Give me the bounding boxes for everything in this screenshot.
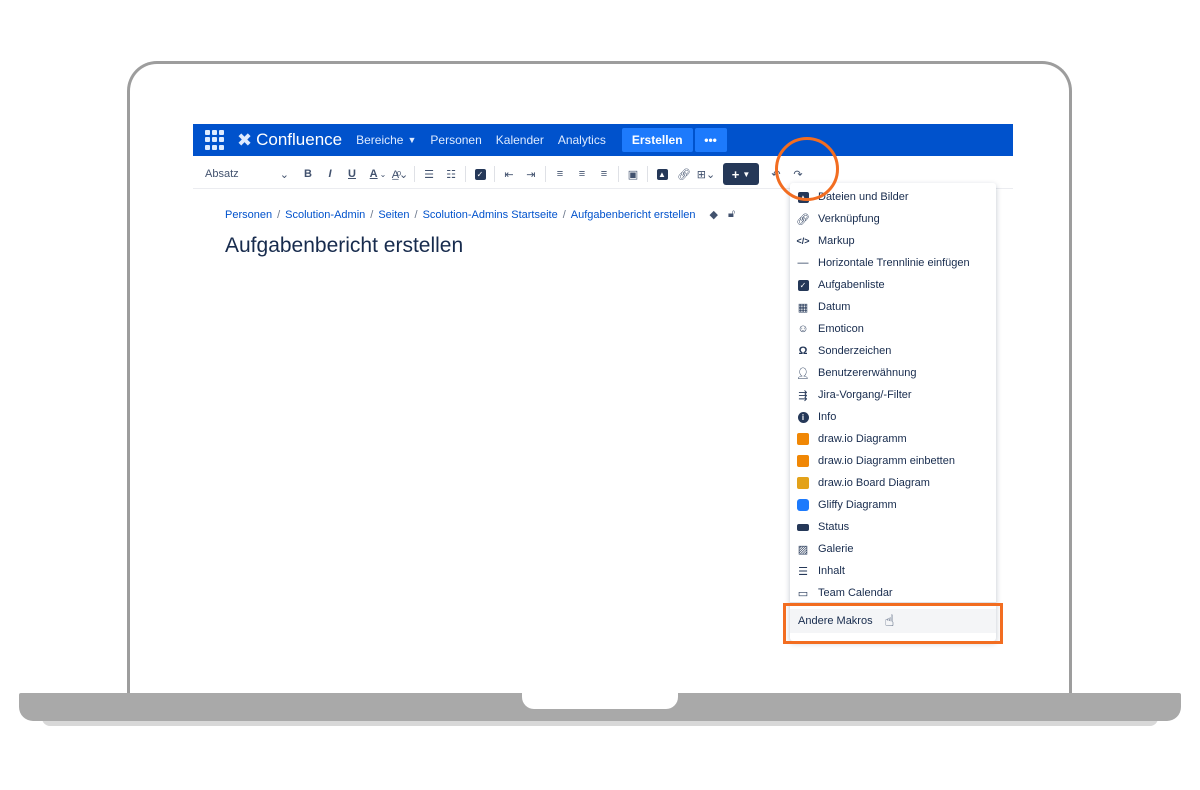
toolbar-divider <box>618 166 619 182</box>
italic-button[interactable]: I <box>319 163 341 185</box>
breadcrumb: Personen / Scolution-Admin / Seiten / Scolu… <box>225 208 736 221</box>
link-icon: 🔗︎ <box>796 213 810 226</box>
menu-item-drawio-board[interactable]: draw.io Board Diagram <box>796 472 930 494</box>
app-switcher-icon[interactable] <box>205 130 225 150</box>
label-tag-icon[interactable]: ◆ <box>710 208 718 221</box>
omega-icon: Ω <box>798 345 808 357</box>
drawio-board-icon <box>796 476 810 490</box>
info-icon: i <box>796 410 810 424</box>
bold-button[interactable]: B <box>297 163 319 185</box>
menu-item-jira[interactable]: ⇶ Jira-Vorgang/-Filter <box>796 384 911 406</box>
breadcrumb-link[interactable]: Personen <box>225 209 272 221</box>
menu-item-horizontale-trennlinie[interactable]: — Horizontale Trennlinie einfügen <box>796 252 970 274</box>
chevron-down-icon: ⌄ <box>379 169 387 179</box>
menu-item-galerie[interactable]: ▨ Galerie <box>796 538 854 560</box>
page-title[interactable]: Aufgabenbericht erstellen <box>225 234 463 258</box>
paragraph-style-select[interactable]: Absatz ⌄ <box>205 163 289 185</box>
confluence-logo-text[interactable]: Confluence <box>256 130 342 150</box>
toolbar-divider <box>414 166 415 182</box>
toolbar-divider <box>494 166 495 182</box>
chevron-down-icon: ⌄ <box>279 168 289 181</box>
highlight-rect-annotation <box>783 603 1003 644</box>
menu-item-status[interactable]: Status <box>796 516 849 538</box>
nav-bereiche[interactable]: Bereiche ▼ <box>356 133 416 147</box>
insert-dropdown-menu: ▲ Dateien und Bilder 🔗︎ Verknüpfung </> Mar… <box>790 183 996 641</box>
menu-item-info[interactable]: i Info <box>796 406 836 428</box>
indent-icon[interactable]: ⇥ <box>520 163 542 185</box>
toolbar-divider <box>465 166 466 182</box>
align-center-icon[interactable]: ≡ <box>571 163 593 185</box>
task-checkbox-icon: ✓ <box>796 278 810 292</box>
align-right-icon[interactable]: ≡ <box>593 163 615 185</box>
highlight-circle-annotation <box>775 137 839 201</box>
calendar-icon: ▦ <box>797 301 809 314</box>
menu-item-team-calendar[interactable]: ▭ Team Calendar <box>796 582 893 604</box>
bullet-list-icon[interactable]: ☰ <box>418 163 440 185</box>
create-button[interactable]: Erstellen <box>621 128 693 152</box>
menu-item-sonderzeichen[interactable]: Ω Sonderzeichen <box>796 340 892 362</box>
nav-analytics[interactable]: Analytics <box>558 133 606 147</box>
nav-personen[interactable]: Personen <box>430 133 481 147</box>
laptop-notch <box>522 693 678 709</box>
confluence-logo-icon: ✖ <box>237 129 253 150</box>
chevron-down-icon: ▼ <box>742 169 751 179</box>
gallery-icon: ▨ <box>797 543 809 556</box>
toolbar-divider <box>545 166 546 182</box>
menu-item-aufgabenliste[interactable]: ✓ Aufgabenliste <box>796 274 885 296</box>
nav-kalender[interactable]: Kalender <box>496 133 544 147</box>
link-icon[interactable]: 🔗︎ <box>673 163 695 185</box>
menu-item-drawio-diagramm[interactable]: draw.io Diagramm <box>796 428 907 450</box>
breadcrumb-link[interactable]: Seiten <box>378 209 409 221</box>
team-calendar-icon: ▭ <box>797 587 809 600</box>
image-icon[interactable]: ▲ <box>651 163 673 185</box>
drawio-embed-icon <box>796 454 810 468</box>
chevron-down-icon: ▼ <box>407 135 417 145</box>
user-mention-icon: 👤︎ <box>796 367 810 380</box>
gliffy-icon <box>796 498 810 512</box>
code-icon: </> <box>796 236 810 246</box>
align-left-icon[interactable]: ≡ <box>549 163 571 185</box>
text-format-more-icon[interactable]: A̲ͦ⌄ <box>389 163 411 185</box>
table-icon[interactable]: ⊞⌄ <box>695 163 717 185</box>
unlock-icon[interactable]: 🔓︎ <box>728 208 735 221</box>
outdent-icon[interactable]: ⇤ <box>498 163 520 185</box>
underline-button[interactable]: U <box>341 163 363 185</box>
drawio-icon <box>796 432 810 446</box>
emoticon-icon: ☺ <box>797 323 809 335</box>
horizontal-rule-icon: — <box>797 257 809 269</box>
top-navigation: ✖ Confluence Bereiche ▼ Personen Kalender… <box>193 124 1013 156</box>
menu-item-gliffy[interactable]: Gliffy Diagramm <box>796 494 897 516</box>
menu-item-benutzererwaehnung[interactable]: 👤︎ Benutzererwähnung <box>796 362 916 384</box>
toolbar-divider <box>647 166 648 182</box>
layout-icon[interactable]: ▣ <box>622 163 644 185</box>
insert-more-button[interactable]: + ▼ <box>723 163 759 185</box>
breadcrumb-link[interactable]: Scolution-Admins Startseite <box>423 209 558 221</box>
create-more-button[interactable]: ••• <box>694 128 727 152</box>
numbered-list-icon[interactable]: ☷ <box>440 163 462 185</box>
menu-item-emoticon[interactable]: ☺ Emoticon <box>796 318 863 340</box>
menu-item-datum[interactable]: ▦ Datum <box>796 296 851 318</box>
text-color-button[interactable]: A ⌄ <box>367 163 389 185</box>
menu-item-markup[interactable]: </> Markup <box>796 230 854 252</box>
toc-icon: ☰ <box>798 565 808 578</box>
menu-item-verknuepfung[interactable]: 🔗︎ Verknüpfung <box>796 208 880 230</box>
breadcrumb-link[interactable]: Aufgabenbericht erstellen <box>571 209 696 221</box>
task-list-icon[interactable]: ✓ <box>469 163 491 185</box>
status-icon <box>796 520 810 534</box>
menu-item-inhalt[interactable]: ☰ Inhalt <box>796 560 845 582</box>
jira-icon: ⇶ <box>798 389 808 402</box>
menu-item-drawio-einbetten[interactable]: draw.io Diagramm einbetten <box>796 450 955 472</box>
breadcrumb-link[interactable]: Scolution-Admin <box>285 209 365 221</box>
